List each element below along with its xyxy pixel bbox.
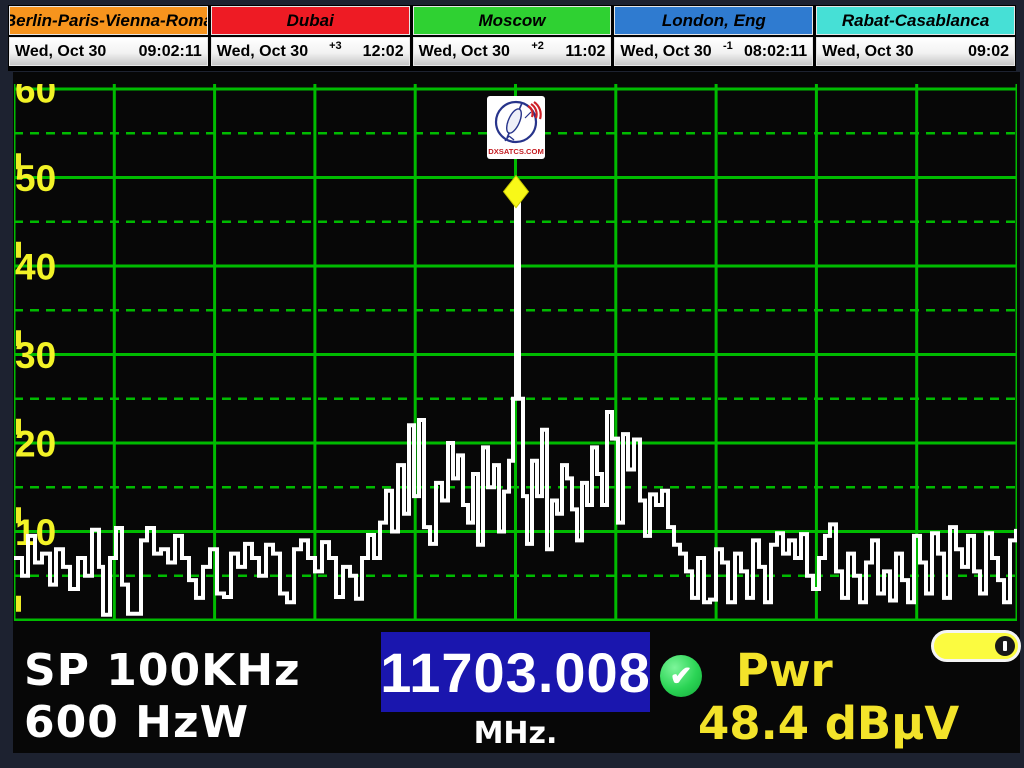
clock-time: 08:02:11 <box>744 43 807 61</box>
speaker-icon <box>995 636 1015 656</box>
volume-slider[interactable] <box>931 630 1021 662</box>
clock-city-label: Dubai <box>211 6 410 35</box>
clock-city-label: Rabat-Casablanca <box>816 6 1015 35</box>
clock-time-row: Wed, Oct 30 -1 08:02:11 <box>614 37 813 66</box>
clock-date: Wed, Oct 30 <box>217 43 308 61</box>
svg-text:DXSATCS.COM: DXSATCS.COM <box>488 147 544 156</box>
world-clock-bar: Berlin-Paris-Vienna-Roma Wed, Oct 30 09:… <box>8 5 1016 71</box>
checkmark-glyph: ✔ <box>670 661 693 692</box>
bandwidth-value: 600 HzW <box>24 697 301 749</box>
clock-date: Wed, Oct 30 <box>419 43 510 61</box>
span-value: SP 100KHz <box>24 645 301 697</box>
clock-cell-rabat: Rabat-Casablanca Wed, Oct 30 09:02 <box>816 6 1015 70</box>
clock-city-label: London, Eng <box>614 6 813 35</box>
clock-time-row: Wed, Oct 30 09:02 <box>816 37 1015 66</box>
clock-time-row: Wed, Oct 30 +2 11:02 <box>413 37 612 66</box>
frequency-display[interactable]: 11703.008 <box>381 632 650 712</box>
frequency-unit-label: MHz. <box>381 716 650 751</box>
clock-date: Wed, Oct 30 <box>822 43 913 61</box>
frequency-value: 11703.008 <box>380 640 651 705</box>
clock-utc-offset: +2 <box>531 40 544 52</box>
clock-cell-berlin: Berlin-Paris-Vienna-Roma Wed, Oct 30 09:… <box>9 6 208 70</box>
span-bandwidth-readout: SP 100KHz 600 HzW <box>24 645 301 749</box>
dxsatcs-logo: DXSATCS.COM <box>487 96 545 159</box>
clock-time: 11:02 <box>565 43 605 61</box>
power-value: 48.4 dBµV <box>698 697 959 750</box>
clock-date: Wed, Oct 30 <box>15 43 106 61</box>
clock-cell-moscow: Moscow Wed, Oct 30 +2 11:02 <box>413 6 612 70</box>
clock-date: Wed, Oct 30 <box>620 43 711 61</box>
clock-utc-offset: -1 <box>723 40 733 52</box>
clock-cell-dubai: Dubai Wed, Oct 30 +3 12:02 <box>211 6 410 70</box>
clock-city-label: Berlin-Paris-Vienna-Roma <box>9 6 208 35</box>
clock-utc-offset: +3 <box>329 40 342 52</box>
lock-ok-icon: ✔ <box>660 655 702 697</box>
clock-time-row: Wed, Oct 30 09:02:11 <box>9 37 208 66</box>
clock-time: 09:02 <box>968 43 1009 61</box>
clock-city-label: Moscow <box>413 6 612 35</box>
clock-cell-london: London, Eng Wed, Oct 30 -1 08:02:11 <box>614 6 813 70</box>
clock-time: 12:02 <box>363 43 404 61</box>
clock-time-row: Wed, Oct 30 +3 12:02 <box>211 37 410 66</box>
power-label: Pwr <box>736 644 833 697</box>
clock-time: 09:02:11 <box>139 43 202 61</box>
satellite-dish-icon: DXSATCS.COM <box>487 96 545 159</box>
